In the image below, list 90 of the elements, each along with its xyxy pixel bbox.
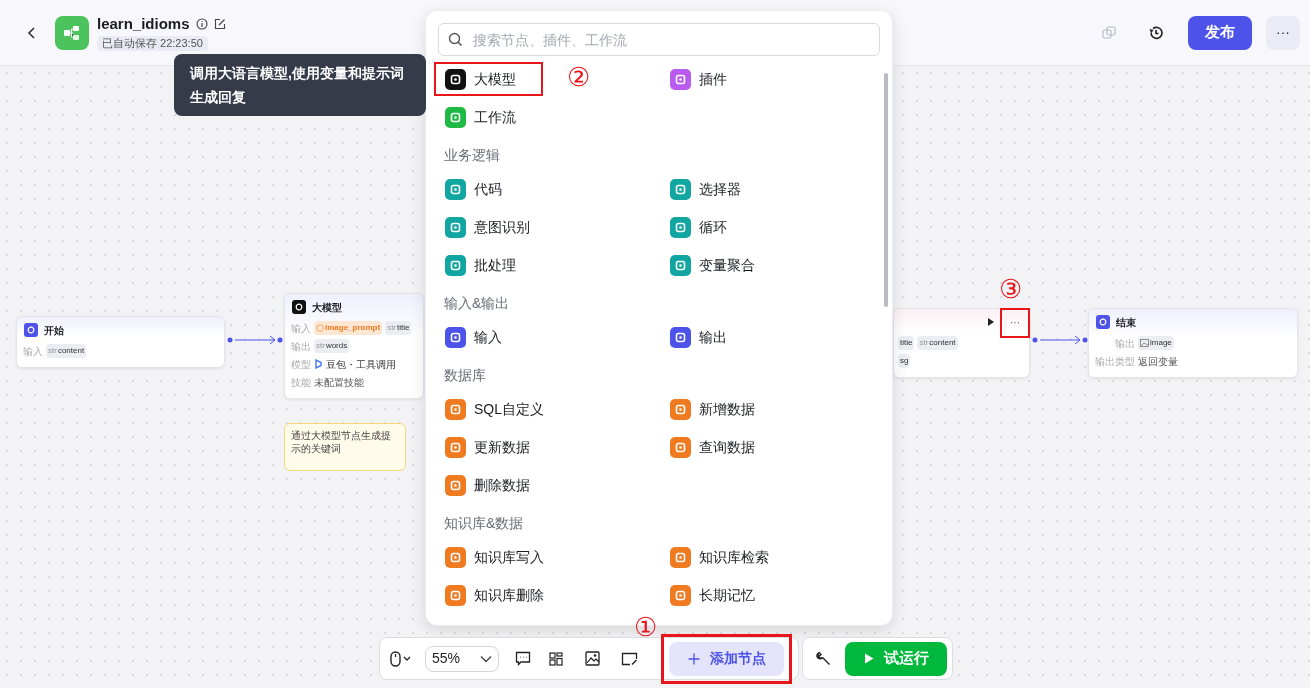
play-icon: [988, 318, 994, 326]
node-type-item[interactable]: 知识库删除: [434, 578, 558, 612]
wrench-icon[interactable]: [816, 651, 831, 666]
comment-icon[interactable]: [515, 651, 531, 666]
node-type-item[interactable]: 批处理: [434, 248, 530, 282]
search-icon: [448, 32, 463, 47]
add-node-button[interactable]: 添加节点: [669, 641, 784, 676]
node-type-item[interactable]: 知识库写入: [434, 540, 558, 574]
search-field[interactable]: 搜索节点、插件、工作流: [438, 23, 880, 56]
model-icon: [314, 359, 323, 369]
field-label: 技能: [291, 375, 311, 390]
scrollbar[interactable]: [884, 73, 888, 307]
history-icon[interactable]: [1148, 24, 1164, 41]
note-icon[interactable]: [621, 651, 638, 666]
node-type-item[interactable]: 变量聚合: [659, 248, 769, 282]
node-type-item[interactable]: 选择器: [659, 172, 755, 206]
image-icon: [1140, 339, 1149, 347]
node-type-item[interactable]: 插件: [659, 62, 741, 96]
node-type-item[interactable]: 循环: [659, 210, 741, 244]
field-value: 未配置技能: [314, 375, 364, 390]
zoom-select[interactable]: 55%: [425, 645, 499, 672]
variable-chip: sg: [898, 354, 911, 368]
play-icon: [863, 653, 874, 664]
workflow-title: learn_idioms: [97, 14, 190, 34]
node-type-item[interactable]: 更新数据: [434, 430, 544, 464]
edit-icon[interactable]: [213, 18, 226, 30]
variable-chip: strwords: [314, 339, 350, 353]
node-type-item[interactable]: 大模型: [434, 62, 543, 96]
node-title: 结束: [1116, 315, 1136, 330]
more-button[interactable]: ···: [1266, 15, 1300, 50]
chevron-left-icon: [27, 25, 37, 40]
node-type-item[interactable]: 删除数据: [434, 468, 544, 502]
node-type-item[interactable]: 代码: [434, 172, 516, 206]
field-label: 输入: [23, 344, 43, 359]
node-icon: [1096, 315, 1110, 329]
sticky-note[interactable]: 通过大模型节点生成提示的关键词: [284, 423, 406, 471]
section-heading: 业务逻辑: [443, 146, 501, 165]
mouse-icon[interactable]: [390, 650, 412, 667]
node-type-item[interactable]: 新增数据: [659, 392, 769, 426]
connector-arrow: [1039, 335, 1081, 345]
field-label: 输出类型: [1095, 354, 1135, 369]
image-icon[interactable]: [585, 651, 601, 666]
section-heading: 输入&输出: [443, 294, 511, 313]
field-value: 返回变量: [1138, 354, 1178, 369]
field-label: 输入: [291, 321, 311, 336]
section-heading: 数据库: [443, 366, 487, 385]
port-dot[interactable]: [1032, 337, 1038, 343]
field-label: 输出: [1114, 336, 1135, 351]
variable-chip: image: [1138, 336, 1174, 350]
node-more-button[interactable]: ···: [1010, 318, 1020, 328]
grid-icon[interactable]: [549, 651, 563, 666]
chevron-down-icon: [480, 654, 492, 663]
workflow-node[interactable]: 大模型 输入 image_prompt strtitle 输出 strwords 模型 豆包・工具调用 技能 未配置技能: [284, 293, 424, 399]
app-icon: [55, 15, 89, 50]
port-dot[interactable]: [1082, 337, 1088, 343]
port-dot[interactable]: [277, 337, 283, 343]
warning-icon: [316, 324, 324, 332]
variable-chip: strcontent: [917, 336, 958, 350]
node-type-item[interactable]: SQL自定义: [434, 392, 558, 426]
node-title: 大模型: [312, 300, 342, 315]
callout-number: ③: [999, 274, 1022, 304]
autosave-badge: 已自动保存 22:23:50: [97, 36, 208, 51]
node-type-item[interactable]: 输出: [659, 320, 741, 354]
variable-chip: title: [898, 336, 915, 350]
variable-chip: image_prompt: [314, 321, 383, 335]
node-icon: [292, 300, 306, 314]
model-name: 豆包・工具调用: [326, 357, 396, 372]
field-label: 输出: [291, 339, 311, 354]
node-title: 开始: [44, 323, 64, 338]
workflow-node[interactable]: 结束 输出 image 输出类型 返回变量: [1088, 308, 1298, 378]
node-type-item[interactable]: 工作流: [434, 100, 530, 134]
variable-chip: strcontent: [46, 344, 87, 358]
section-heading: 知识库&数据: [443, 514, 525, 533]
field-label: 模型: [291, 357, 311, 372]
variable-chip: strtitle: [385, 321, 412, 335]
publish-button[interactable]: 发布: [1188, 15, 1252, 50]
node-type-item[interactable]: 长期记忆: [659, 578, 769, 612]
node-type-item[interactable]: 输入: [434, 320, 516, 354]
tooltip: 调用大语言模型,使用变量和提示词生成回复: [174, 54, 426, 116]
plus-icon: [687, 652, 700, 665]
callout-number: ①: [634, 611, 657, 642]
port-dot[interactable]: [227, 337, 233, 343]
connector-arrow: [234, 335, 276, 345]
node-type-item[interactable]: 查询数据: [659, 430, 769, 464]
node-icon: [24, 323, 38, 337]
node-type-item[interactable]: 知识库检索: [659, 540, 783, 574]
node-type-item[interactable]: 意图识别: [434, 210, 544, 244]
info-icon[interactable]: [195, 18, 208, 30]
workflow-node[interactable]: 开始 输入 strcontent: [16, 316, 225, 368]
callout-number: ②: [567, 62, 590, 92]
